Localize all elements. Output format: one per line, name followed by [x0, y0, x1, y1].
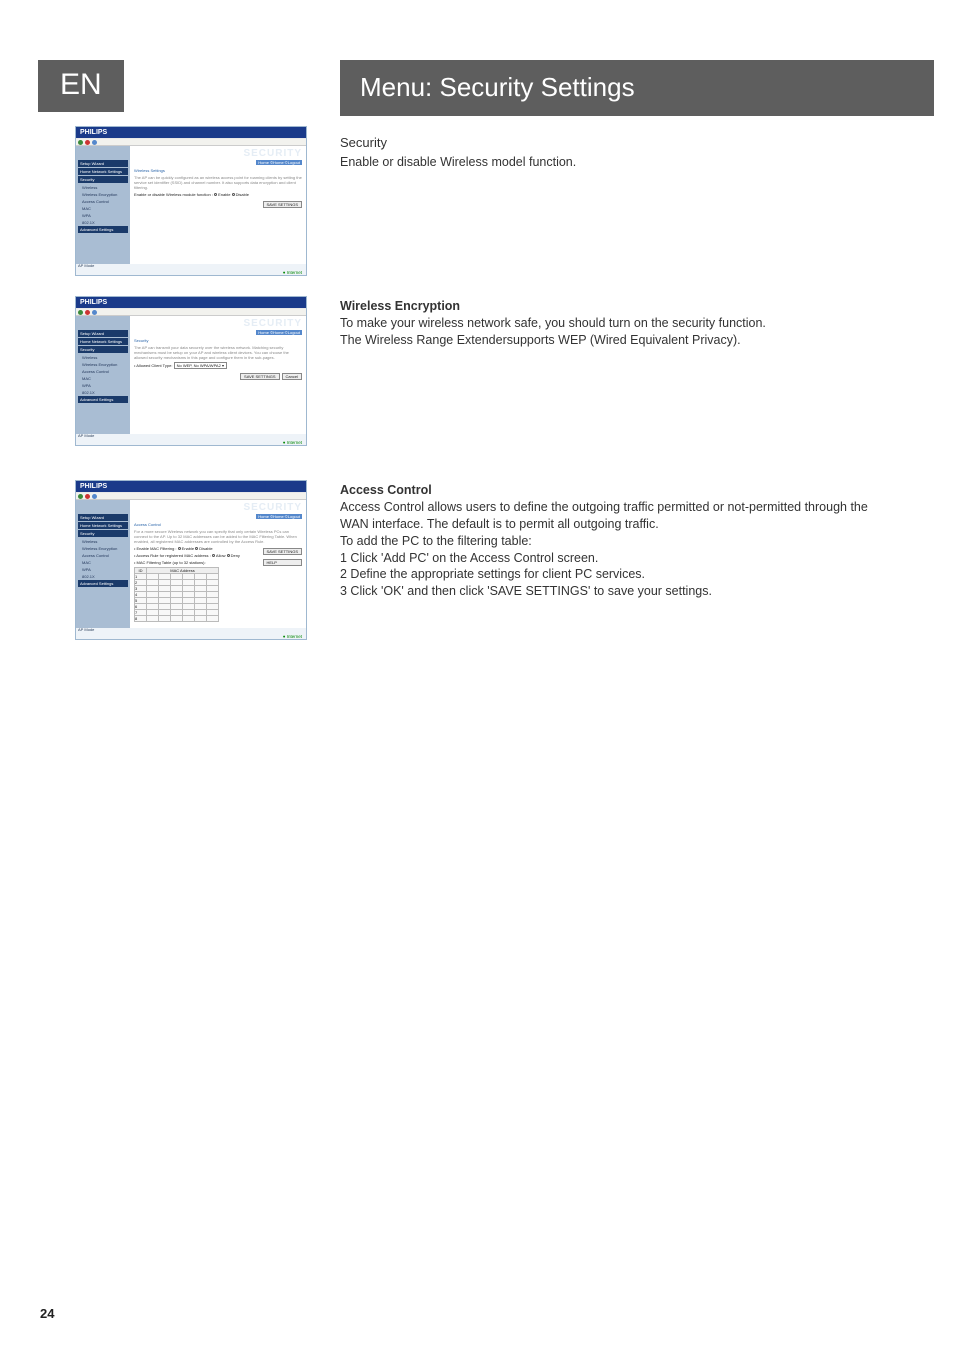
- sidebar-home-network[interactable]: Home Network Settings: [78, 168, 128, 175]
- sidebar-wireless-encryption[interactable]: Wireless Encryption: [78, 545, 128, 552]
- save-settings-button[interactable]: SAVE SETTINGS: [263, 201, 303, 208]
- save-settings-button[interactable]: SAVE SETTINGS: [240, 373, 280, 380]
- access-step2: 2 Define the appropriate settings for cl…: [340, 566, 894, 583]
- brand-logo: PHILIPS: [76, 127, 306, 138]
- access-body2: To add the PC to the filtering table:: [340, 533, 894, 550]
- section-watermark: SECURITY: [243, 148, 302, 159]
- sidebar-8021x[interactable]: 802.1X: [78, 573, 128, 580]
- panel-heading: Wireless Settings: [134, 168, 302, 173]
- panel-description: The AP can be quickly configured as an w…: [134, 175, 302, 190]
- radio-enable[interactable]: [178, 547, 181, 550]
- sidebar-access-control[interactable]: Access Control: [78, 552, 128, 559]
- sidebar-mac[interactable]: MAC: [78, 559, 128, 566]
- radio-deny-label: Deny: [231, 553, 240, 558]
- sidebar-security[interactable]: Security: [78, 176, 128, 183]
- screenshot-wireless-settings: PHILIPS Setup Wizard Home Network Settin…: [75, 126, 307, 276]
- sidebar-8021x[interactable]: 802.1X: [78, 389, 128, 396]
- sidebar-wpa[interactable]: WPA: [78, 566, 128, 573]
- access-rule-label: Access Rule for registered MAC address :: [136, 553, 210, 558]
- panel-heading: Security: [134, 338, 302, 343]
- sidebar-wireless-encryption[interactable]: Wireless Encryption: [78, 191, 128, 198]
- radio-enable[interactable]: [214, 193, 217, 196]
- section-security: Security Enable or disable Wireless mode…: [340, 134, 894, 170]
- status-internet: ● Internet: [283, 440, 302, 445]
- wep-body2: The Wireless Range Extendersupports WEP …: [340, 332, 766, 349]
- sidebar-advanced[interactable]: Advanced Settings: [78, 580, 128, 587]
- radio-disable[interactable]: [195, 547, 198, 550]
- sidebar-mac[interactable]: MAC: [78, 375, 128, 382]
- language-tab: EN: [38, 60, 124, 112]
- access-step3: 3 Click 'OK' and then click 'SAVE SETTIN…: [340, 583, 894, 600]
- ap-mode-label: AP Mode: [78, 263, 128, 268]
- sidebar-wpa[interactable]: WPA: [78, 382, 128, 389]
- radio-disable-label: Disable: [236, 192, 249, 197]
- sidebar-setup-wizard[interactable]: Setup Wizard: [78, 514, 128, 521]
- brand-logo: PHILIPS: [76, 297, 306, 308]
- access-body1: Access Control allows users to define th…: [340, 499, 894, 533]
- page-number: 24: [40, 1306, 54, 1321]
- wep-heading: Wireless Encryption: [340, 298, 766, 315]
- sidebar-wireless[interactable]: Wireless: [78, 538, 128, 545]
- wep-body1: To make your wireless network safe, you …: [340, 315, 766, 332]
- save-settings-button[interactable]: SAVE SETTINGS: [263, 548, 303, 555]
- ap-mode-label: AP Mode: [78, 433, 128, 438]
- sidebar-security[interactable]: Security: [78, 346, 128, 353]
- sidebar-access-control[interactable]: Access Control: [78, 368, 128, 375]
- breadcrumb[interactable]: Home ©Home ©Logout: [256, 330, 302, 335]
- security-heading: Security: [340, 134, 894, 152]
- breadcrumb[interactable]: Home ©Home ©Logout: [256, 514, 302, 519]
- radio-deny[interactable]: [227, 554, 230, 557]
- access-step1: 1 Click 'Add PC' on the Access Control s…: [340, 550, 894, 567]
- option-label: Enable or disable Wireless module functi…: [134, 192, 213, 197]
- mac-filter-table: IDMAC Address 1 2 3 4 5 6 7 8: [134, 567, 219, 622]
- sidebar-wireless[interactable]: Wireless: [78, 184, 128, 191]
- sidebar-setup-wizard[interactable]: Setup Wizard: [78, 160, 128, 167]
- cancel-button[interactable]: Cancel: [282, 373, 302, 380]
- sidebar-setup-wizard[interactable]: Setup Wizard: [78, 330, 128, 337]
- radio-allow-label: Allow: [216, 553, 226, 558]
- sidebar-advanced[interactable]: Advanced Settings: [78, 396, 128, 403]
- status-internet: ● Internet: [283, 270, 302, 275]
- sidebar-wireless[interactable]: Wireless: [78, 354, 128, 361]
- client-type-label: Allowed Client Type:: [136, 363, 172, 368]
- radio-allow[interactable]: [212, 554, 215, 557]
- client-type-select[interactable]: No WEP, No WPA/WPA2 ▾: [174, 362, 227, 369]
- page-title: Menu: Security Settings: [340, 60, 934, 116]
- sidebar-8021x[interactable]: 802.1X: [78, 219, 128, 226]
- radio-enable-label: Enable: [218, 192, 230, 197]
- panel-description: For a more secure Wireless network you c…: [134, 529, 302, 544]
- radio-disable-label: Disable: [199, 546, 212, 551]
- sidebar-security[interactable]: Security: [78, 530, 128, 537]
- sidebar-access-control[interactable]: Access Control: [78, 198, 128, 205]
- breadcrumb[interactable]: Home ©Home ©Logout: [256, 160, 302, 165]
- panel-heading: Access Control: [134, 522, 302, 527]
- help-button[interactable]: HELP: [263, 559, 303, 566]
- screenshot-security: PHILIPS Setup Wizard Home Network Settin…: [75, 296, 307, 446]
- sidebar-wireless-encryption[interactable]: Wireless Encryption: [78, 361, 128, 368]
- sidebar-home-network[interactable]: Home Network Settings: [78, 522, 128, 529]
- brand-logo: PHILIPS: [76, 481, 306, 492]
- table-caption: MAC Filtering Table (up to 32 stations):: [137, 560, 206, 565]
- sidebar-advanced[interactable]: Advanced Settings: [78, 226, 128, 233]
- radio-disable[interactable]: [232, 193, 235, 196]
- panel-description: The AP can transmit your data securely o…: [134, 345, 302, 360]
- sidebar-wpa[interactable]: WPA: [78, 212, 128, 219]
- mac-filter-label: Enable MAC Filtering :: [137, 546, 177, 551]
- radio-enable-label: Enable: [182, 546, 194, 551]
- security-body: Enable or disable Wireless model functio…: [340, 154, 894, 171]
- sidebar-mac[interactable]: MAC: [78, 205, 128, 212]
- sidebar-home-network[interactable]: Home Network Settings: [78, 338, 128, 345]
- status-internet: ● Internet: [283, 634, 302, 639]
- section-watermark: SECURITY: [243, 502, 302, 513]
- ap-mode-label: AP Mode: [78, 627, 128, 632]
- section-watermark: SECURITY: [243, 318, 302, 329]
- screenshot-access-control: PHILIPS Setup Wizard Home Network Settin…: [75, 480, 307, 640]
- access-heading: Access Control: [340, 482, 894, 499]
